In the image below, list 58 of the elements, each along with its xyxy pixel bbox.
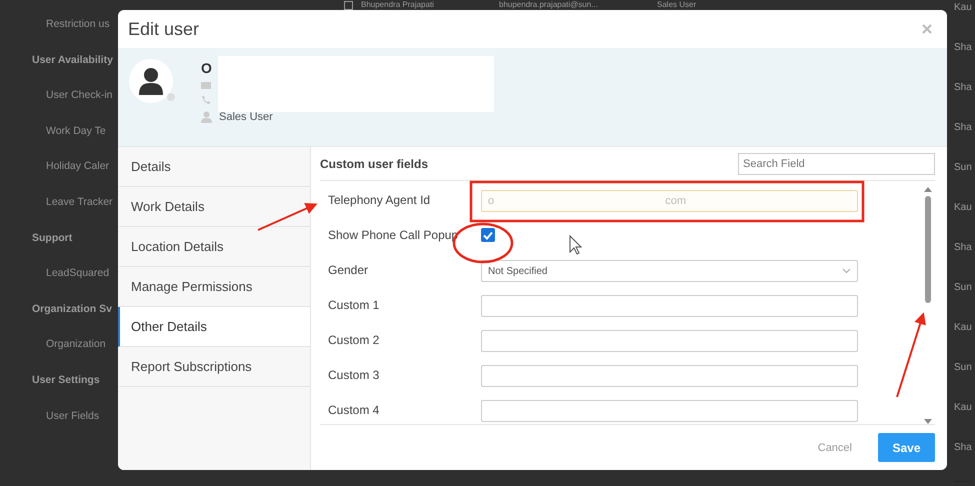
person-icon xyxy=(201,111,212,123)
menu-item[interactable]: Leave Tracker xyxy=(46,196,113,208)
table-cell: Kau xyxy=(954,202,972,213)
dialog-title: Edit user xyxy=(128,18,200,40)
table-cell: Kau xyxy=(954,402,972,413)
field-label: Custom 3 xyxy=(328,367,380,382)
user-role: Sales User xyxy=(219,111,273,123)
save-button[interactable]: Save xyxy=(878,433,935,462)
close-icon[interactable] xyxy=(922,24,932,34)
scroll-up-icon[interactable] xyxy=(924,187,932,192)
mail-icon xyxy=(201,82,211,89)
arrow xyxy=(258,202,318,231)
menu-item[interactable]: Work Day Te xyxy=(46,124,106,137)
section-heading: User Settings xyxy=(32,374,100,386)
field-label: Gender xyxy=(328,262,370,277)
table-cell: Sun xyxy=(954,282,972,293)
menu-item[interactable]: Organization xyxy=(46,338,106,350)
table-cell: Sun xyxy=(954,362,972,373)
dropdown[interactable]: Not Specified xyxy=(481,260,858,282)
phone-icon xyxy=(201,95,211,105)
cursor-icon xyxy=(570,234,582,255)
table-cell-text: bhupendra.prajapati@sun... xyxy=(499,0,599,10)
person-icon xyxy=(138,67,164,95)
section-heading: User Availability xyxy=(32,54,113,66)
user-name: O xyxy=(201,60,213,76)
cancel-button[interactable]: Cancel xyxy=(812,440,858,454)
table-cell: Sha xyxy=(954,82,972,93)
field-label: Custom 1 xyxy=(328,297,380,312)
input-field[interactable] xyxy=(481,400,858,422)
status-dot xyxy=(167,93,175,101)
table-cell-text: Bhupendra Prajapati xyxy=(361,0,435,10)
input-field[interactable] xyxy=(481,330,858,352)
tab[interactable]: Other Details xyxy=(118,307,310,347)
menu-item[interactable]: LeadSquared xyxy=(46,267,110,280)
menu-item[interactable]: Holiday Caler xyxy=(46,160,110,172)
menu-item[interactable]: User Fields xyxy=(46,410,100,422)
table-cell: Kau xyxy=(954,2,972,13)
scroll-down-icon[interactable] xyxy=(924,419,932,424)
input-field[interactable] xyxy=(481,365,858,387)
field-label: Custom 4 xyxy=(328,402,380,417)
input-field[interactable] xyxy=(481,295,858,317)
checkbox[interactable] xyxy=(481,228,495,242)
table-cell: Kau xyxy=(954,322,972,333)
table-cell: Sha xyxy=(954,42,972,53)
menu-item[interactable]: User Check-in xyxy=(46,89,113,102)
table-cell: Sun xyxy=(954,162,972,173)
chevron-down-icon xyxy=(842,268,851,274)
section-heading: Organization Sv xyxy=(32,302,112,315)
field-label: Custom 2 xyxy=(328,332,380,347)
section-heading: Support xyxy=(32,232,72,244)
table-cell: Sha xyxy=(954,242,972,253)
search-field[interactable]: Search Field xyxy=(738,152,935,174)
menu-item[interactable]: Restriction us xyxy=(46,18,110,30)
section-title: Custom user fields xyxy=(320,156,428,170)
table-cell: Sha xyxy=(954,442,972,453)
table-cell: Sha xyxy=(954,122,972,133)
table-cell: Sales User xyxy=(657,0,696,10)
field-label: Telephony Agent Id xyxy=(328,192,432,207)
